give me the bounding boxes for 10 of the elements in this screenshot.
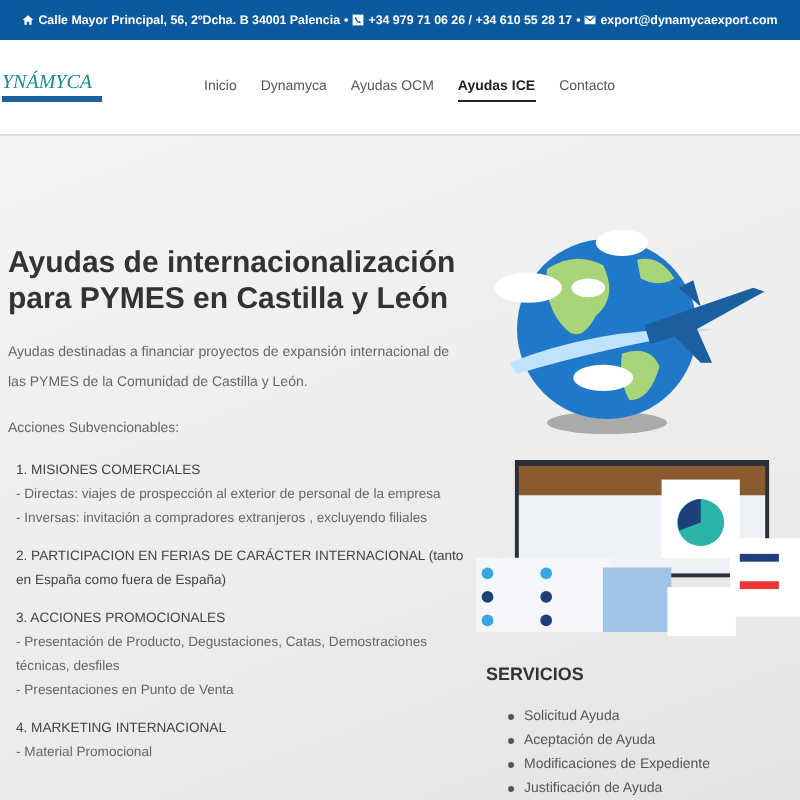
bullet-icon [508,761,514,767]
phone-icon [352,14,365,26]
page-title: Ayudas de internacionalización para PYMES en Castilla y León [8,246,458,318]
services-heading: SERVICIOS [486,664,586,684]
home-icon [22,14,35,26]
bullet-icon [508,785,514,791]
logo[interactable]: YNÁMYCA [2,72,122,102]
bullet-icon [508,737,514,743]
mail-icon [584,14,597,26]
bullet-icon [508,713,514,719]
